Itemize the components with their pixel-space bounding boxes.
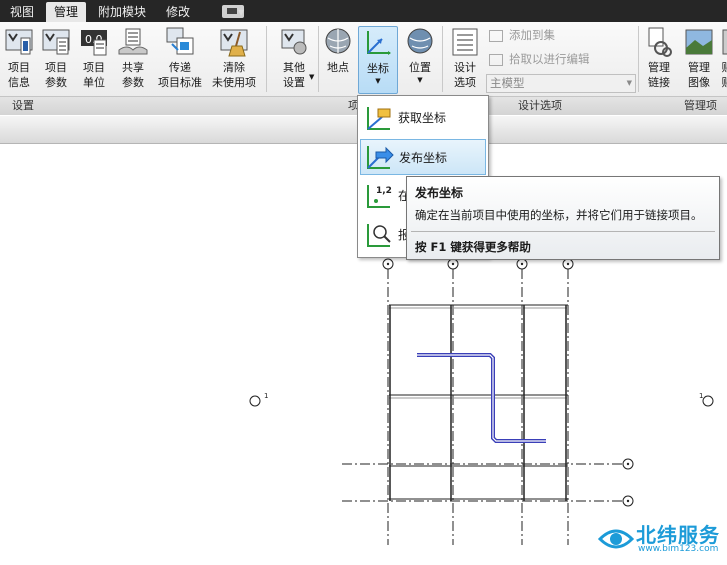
tab-addins[interactable]: 附加模块 <box>90 2 154 22</box>
project-units-label-1: 项目 <box>83 61 105 74</box>
magnifier-icon <box>367 224 391 247</box>
group-label-manage-project: 管理项 <box>684 99 717 112</box>
decal-icon <box>720 26 727 58</box>
transfer-standards-label-2: 项目标准 <box>158 76 202 89</box>
design-options-label-1: 设计 <box>454 61 476 74</box>
decal-label-1: 贴 <box>720 60 727 75</box>
pick-to-edit-icon <box>489 53 503 66</box>
tooltip-title: 发布坐标 <box>415 186 464 200</box>
tooltip-divider <box>411 231 715 232</box>
manage-links-icon <box>643 26 675 58</box>
purge-unused-label-1: 清除 <box>223 61 245 74</box>
svg-text:1,2: 1,2 <box>376 186 392 196</box>
publish-coordinates-item[interactable]: 发布坐标 <box>360 139 486 175</box>
position-button[interactable]: 位置 ▼ <box>402 26 438 85</box>
project-units-icon: 0.0 <box>78 26 110 58</box>
coordinates-button[interactable]: 坐标 ▼ <box>358 26 398 94</box>
chevron-down-icon[interactable]: ▼ <box>238 8 244 17</box>
tab-manage[interactable]: 管理 <box>46 2 87 22</box>
project-info-icon <box>3 26 35 58</box>
publish-coordinates-icon <box>367 146 394 169</box>
position-dropdown-icon[interactable]: ▼ <box>402 75 438 85</box>
project-params-button[interactable]: 项目 参数 <box>38 26 74 90</box>
tab-modify[interactable]: 修改 <box>158 2 198 22</box>
coordinates-label: 坐标 <box>367 62 389 75</box>
decal-label-2: 贴 <box>720 75 727 90</box>
acquire-coordinates-icon <box>367 107 391 130</box>
watermark-logo: 北纬服务 www.bim123.com <box>598 517 725 559</box>
decal-button[interactable]: 贴 贴 <box>720 26 727 90</box>
tab-view[interactable]: 视图 <box>2 2 42 22</box>
report-coordinates-icon: 1,2 <box>367 185 392 208</box>
other-settings-icon <box>278 26 310 58</box>
eye-logo-icon <box>598 529 634 549</box>
location-button[interactable]: 地点 <box>320 26 356 75</box>
tooltip-description: 确定在当前项目中使用的坐标，并将它们用于链接项目。 <box>415 208 703 222</box>
other-settings-dropdown-icon[interactable]: ▼ <box>309 73 314 81</box>
transfer-standards-button[interactable]: 传递 项目标准 <box>154 26 206 90</box>
project-info-label-2: 信息 <box>8 76 30 89</box>
purge-unused-icon <box>218 26 250 58</box>
ribbon-separator <box>266 26 267 92</box>
tooltip-help-text: 按 F1 键获得更多帮助 <box>415 240 531 254</box>
grid-badge-label-1: 1 <box>264 392 268 400</box>
coordinates-dropdown-icon: ▼ <box>375 77 381 85</box>
publish-coordinates-tooltip: 发布坐标 确定在当前项目中使用的坐标，并将它们用于链接项目。 按 F1 键获得更… <box>406 176 720 260</box>
manage-links-label-1: 管理 <box>648 61 670 74</box>
project-units-label-2: 单位 <box>83 76 105 89</box>
transfer-standards-icon <box>164 26 196 58</box>
transfer-standards-label-1: 传递 <box>169 61 191 74</box>
location-label: 地点 <box>327 61 349 74</box>
add-to-set-icon <box>489 29 503 42</box>
position-globe-icon <box>404 26 436 58</box>
project-params-label-2: 参数 <box>45 76 67 89</box>
watermark-url: www.bim123.com <box>638 544 719 554</box>
pick-to-edit-label: 拾取以进行编辑 <box>509 52 590 66</box>
project-params-label-1: 项目 <box>45 61 67 74</box>
ribbon-separator <box>318 26 319 92</box>
group-label-design-options: 设计选项 <box>518 99 562 112</box>
elevation-marker <box>702 395 714 407</box>
design-options-label-2: 选项 <box>454 76 476 89</box>
manage-links-label-2: 链接 <box>648 76 670 89</box>
grid-badge-label-2: 1 <box>699 392 703 400</box>
ribbon-separator <box>442 26 443 92</box>
manage-images-label-2: 图像 <box>688 76 710 89</box>
shared-params-button[interactable]: 共享 参数 <box>114 26 152 90</box>
globe-icon <box>322 26 354 58</box>
shared-params-icon <box>117 26 149 58</box>
add-to-set-button[interactable]: 添加到集 <box>489 26 555 44</box>
project-params-icon <box>40 26 72 58</box>
position-label: 位置 <box>409 61 431 74</box>
acquire-coordinates-item[interactable]: 获取坐标 <box>360 100 486 136</box>
manage-images-icon <box>683 26 715 58</box>
coordinates-icon <box>362 27 394 59</box>
main-model-value: 主模型 <box>490 76 525 90</box>
manage-links-button[interactable]: 管理 链接 <box>640 26 678 90</box>
project-units-button[interactable]: 0.0 项目 单位 <box>76 26 112 90</box>
menu-bar: 视图 管理 附加模块 修改 ▼ <box>0 0 727 22</box>
acquire-coordinates-label: 获取坐标 <box>398 111 447 125</box>
elevation-marker <box>249 395 261 407</box>
add-to-set-label: 添加到集 <box>509 28 555 42</box>
purge-unused-label-2: 未使用项 <box>212 76 256 89</box>
purge-unused-button[interactable]: 清除 未使用项 <box>208 26 260 90</box>
project-info-label-1: 项目 <box>8 61 30 74</box>
design-options-button[interactable]: 设计 选项 <box>446 26 484 90</box>
chevron-down-icon: ▼ <box>626 79 632 87</box>
main-model-select[interactable]: 主模型 ▼ <box>486 74 636 93</box>
shared-params-label-1: 共享 <box>122 61 144 74</box>
manage-images-button[interactable]: 管理 图像 <box>680 26 718 90</box>
group-label-settings: 设置 <box>12 99 34 112</box>
project-info-button[interactable]: 项目 信息 <box>2 26 36 90</box>
pick-to-edit-button[interactable]: 拾取以进行编辑 <box>489 50 590 68</box>
shared-params-label-2: 参数 <box>122 76 144 89</box>
publish-coordinates-label: 发布坐标 <box>399 151 448 165</box>
ribbon-separator <box>638 26 639 92</box>
design-options-icon <box>449 26 481 58</box>
manage-images-label-1: 管理 <box>688 61 710 74</box>
